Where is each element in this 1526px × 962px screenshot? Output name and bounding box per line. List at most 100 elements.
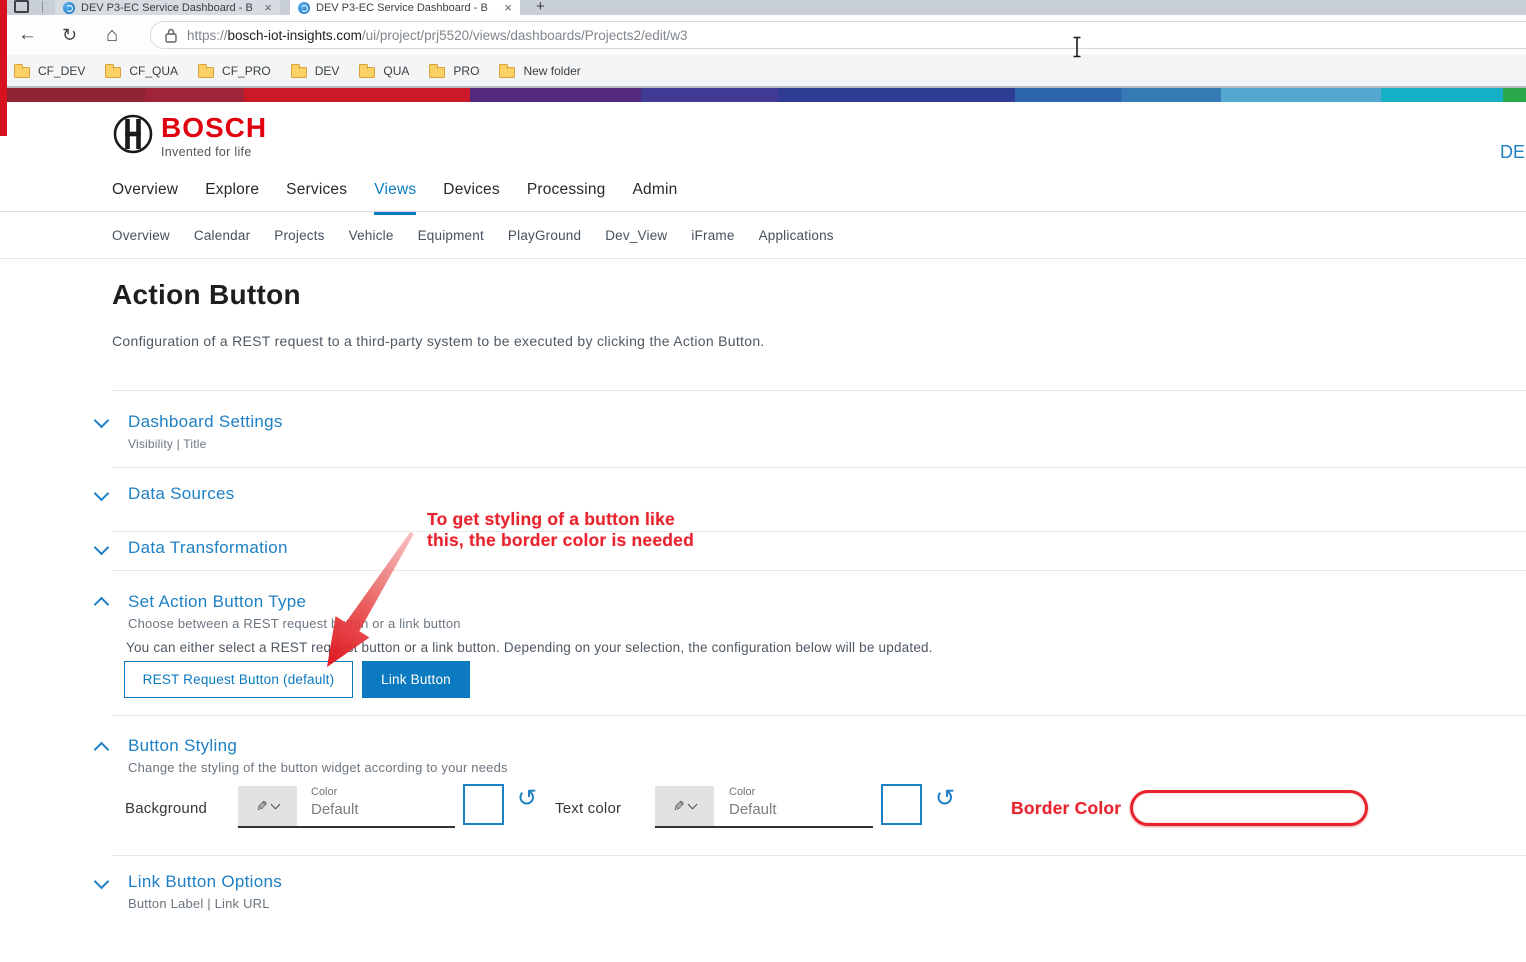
subnav-playground[interactable]: PlayGround	[508, 228, 581, 243]
background-label: Background	[125, 800, 207, 817]
text-color-swatch[interactable]	[881, 784, 922, 825]
section-data-transformation[interactable]: Data Transformation	[128, 538, 288, 558]
text-color-mode-dropdown[interactable]: ✎	[655, 786, 714, 826]
vertical-tabs-icon[interactable]	[14, 0, 29, 13]
new-tab-icon[interactable]: +	[536, 0, 545, 15]
language-selector[interactable]: DE	[1500, 142, 1525, 163]
window-edge-strip	[0, 0, 7, 136]
browser-tab[interactable]: DEV P3-EC Service Dashboard - B ×	[55, 0, 280, 15]
background-color-swatch[interactable]	[463, 784, 504, 825]
section-link-button-options[interactable]: Link Button Options	[128, 872, 282, 892]
background-color-mode-dropdown[interactable]: ✎	[238, 786, 297, 826]
browser-tab-active[interactable]: DEV P3-EC Service Dashboard - B ×	[290, 0, 520, 15]
reset-icon[interactable]: ↺	[935, 787, 955, 811]
folder-icon	[359, 67, 375, 78]
bookmark-folder[interactable]: PRO	[429, 64, 479, 78]
subnav-projects[interactable]: Projects	[274, 228, 324, 243]
browser-toolbar: ← ↻ ⌂ https://bosch-iot-insights.com/ui/…	[0, 15, 1526, 55]
subnav-calendar[interactable]: Calendar	[194, 228, 250, 243]
bookmark-label: CF_DEV	[38, 64, 85, 78]
chevron-down-icon[interactable]	[94, 486, 110, 502]
background-color-value[interactable]: Default	[311, 801, 359, 818]
home-icon[interactable]: ⌂	[106, 22, 118, 48]
subnav-overview[interactable]: Overview	[112, 228, 170, 243]
page-description: Configuration of a REST request to a thi…	[112, 333, 765, 349]
url-host: bosch-iot-insights.com	[228, 28, 362, 43]
subnav-dev-view[interactable]: Dev_View	[605, 228, 667, 243]
address-bar[interactable]: https://bosch-iot-insights.com/ui/projec…	[150, 21, 1526, 49]
close-icon[interactable]: ×	[504, 1, 512, 14]
bookmark-folder[interactable]: CF_QUA	[105, 64, 178, 78]
chevron-down-icon[interactable]	[94, 874, 110, 890]
nav-explore[interactable]: Explore	[205, 181, 259, 215]
nav-services[interactable]: Services	[286, 181, 347, 215]
chevron-down-icon[interactable]	[94, 540, 110, 556]
bosch-anchor-icon	[112, 113, 154, 155]
text-color-value[interactable]: Default	[729, 801, 777, 818]
annotation-border-color-label: Border Color	[1011, 798, 1121, 819]
folder-icon	[429, 67, 445, 78]
bookmark-label: CF_PRO	[222, 64, 271, 78]
section-dashboard-settings[interactable]: Dashboard Settings	[128, 412, 283, 432]
bosch-supergraphic-band	[0, 88, 1526, 102]
subnav-applications[interactable]: Applications	[759, 228, 834, 243]
url-text: https://bosch-iot-insights.com/ui/projec…	[187, 28, 688, 43]
views-sub-nav: Overview Calendar Projects Vehicle Equip…	[112, 228, 834, 243]
section-divider	[112, 467, 1526, 468]
lock-icon	[165, 28, 177, 43]
section-subtitle: Change the styling of the button widget …	[128, 760, 508, 775]
bookmark-label: CF_QUA	[129, 64, 178, 78]
subnav-equipment[interactable]: Equipment	[418, 228, 484, 243]
refresh-icon[interactable]: ↻	[62, 22, 77, 48]
nav-processing[interactable]: Processing	[527, 181, 606, 215]
back-icon[interactable]: ←	[18, 22, 37, 48]
annotation-note-line2: this, the border color is needed	[427, 530, 694, 551]
chevron-down-icon	[688, 800, 698, 810]
site-favicon-icon	[298, 2, 310, 14]
tab-title: DEV P3-EC Service Dashboard - B	[316, 2, 498, 14]
close-icon[interactable]: ×	[264, 1, 272, 14]
input-underline	[238, 826, 455, 828]
nav-admin[interactable]: Admin	[633, 181, 678, 215]
chevron-up-icon[interactable]	[94, 597, 110, 613]
annotation-highlight-box	[1130, 790, 1368, 826]
chevron-down-icon[interactable]	[94, 413, 110, 429]
reset-icon[interactable]: ↺	[517, 787, 537, 811]
chevron-down-icon	[271, 800, 281, 810]
subnav-divider	[0, 258, 1526, 259]
annotation-arrow-icon	[300, 500, 440, 680]
section-data-sources[interactable]: Data Sources	[128, 484, 235, 504]
annotation-note: To get styling of a button like this, th…	[427, 509, 694, 551]
section-divider	[112, 715, 1526, 716]
section-subtitle: Visibility | Title	[128, 437, 207, 451]
subnav-iframe[interactable]: iFrame	[691, 228, 734, 243]
bookmark-label: DEV	[315, 64, 340, 78]
bookmark-folder[interactable]: CF_DEV	[14, 64, 85, 78]
pencil-icon: ✎	[673, 798, 685, 815]
folder-icon	[291, 67, 307, 78]
chevron-up-icon[interactable]	[94, 742, 110, 758]
bookmark-folder[interactable]: DEV	[291, 64, 340, 78]
pencil-icon: ✎	[256, 798, 268, 815]
bosch-logo: BOSCH Invented for life	[112, 113, 267, 159]
nav-views[interactable]: Views	[374, 181, 416, 215]
url-scheme: https://	[187, 28, 228, 43]
section-set-action-button-type[interactable]: Set Action Button Type	[128, 592, 306, 612]
screen: DEV P3-EC Service Dashboard - B × DEV P3…	[0, 0, 1526, 962]
logo-wordmark: BOSCH	[161, 113, 267, 143]
color-field-label: Color	[729, 786, 755, 798]
tab-title: DEV P3-EC Service Dashboard - B	[81, 2, 258, 14]
nav-devices[interactable]: Devices	[443, 181, 500, 215]
nav-overview[interactable]: Overview	[112, 181, 178, 215]
subnav-vehicle[interactable]: Vehicle	[349, 228, 394, 243]
bookmark-folder[interactable]: CF_PRO	[198, 64, 271, 78]
bookmark-folder[interactable]: New folder	[499, 64, 580, 78]
input-underline	[655, 826, 873, 828]
color-field-label: Color	[311, 786, 337, 798]
browser-tab-strip: DEV P3-EC Service Dashboard - B × DEV P3…	[0, 0, 1526, 15]
bookmark-folder[interactable]: QUA	[359, 64, 409, 78]
section-button-styling[interactable]: Button Styling	[128, 736, 237, 756]
section-description: You can either select a REST request but…	[126, 640, 933, 655]
url-path: /ui/project/prj5520/views/dashboards/Pro…	[362, 28, 688, 43]
bookmark-label: PRO	[453, 64, 479, 78]
